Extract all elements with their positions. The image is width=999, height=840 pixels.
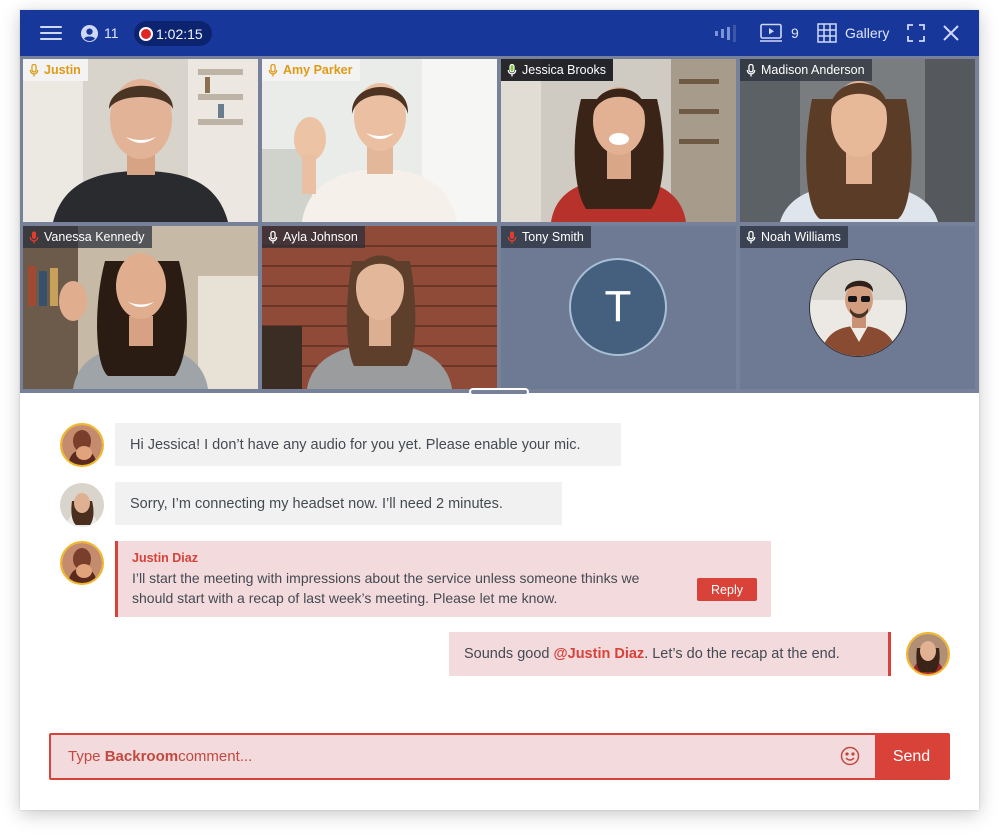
participants-button[interactable]: 11 (80, 10, 119, 56)
top-bar: 11 1:02:15 9 Gallery (20, 10, 979, 56)
signal-strength-icon (715, 10, 739, 56)
hamburger-menu-icon[interactable] (40, 10, 64, 56)
reply-button[interactable]: Reply (697, 578, 757, 601)
stream-count: 9 (791, 25, 799, 41)
video-tile[interactable]: Ayla Johnson (262, 226, 497, 389)
microphone-icon (268, 230, 278, 244)
view-label: Gallery (845, 25, 890, 41)
video-tile[interactable]: Justin (23, 59, 258, 222)
microphone-muted-icon (29, 230, 39, 244)
video-tile[interactable]: T Tony Smith (501, 226, 736, 389)
participant-name-tag: Amy Parker (262, 59, 360, 81)
send-button[interactable]: Send (875, 735, 948, 778)
record-dot-icon (139, 26, 153, 41)
participant-name-tag: Madison Anderson (740, 59, 872, 81)
record-time: 1:02:15 (156, 25, 203, 42)
screen-play-icon (760, 23, 782, 42)
microphone-speaking-icon (507, 63, 517, 77)
participant-name-tag: Ayla Johnson (262, 226, 365, 248)
streams-button[interactable]: 9 (759, 10, 799, 56)
participant-video (501, 59, 736, 222)
participant-name-tag: Jessica Brooks (501, 59, 614, 81)
message-text: I’ll start the meeting with impressions … (132, 570, 640, 606)
participant-video (262, 226, 497, 389)
avatar (906, 632, 950, 676)
participant-video (23, 226, 258, 389)
chat-message: Hi Jessica! I don’t have any audio for y… (115, 423, 621, 466)
chat-message-highlighted: Justin Diaz I’ll start the meeting with … (115, 541, 771, 617)
emoji-icon[interactable] (840, 746, 860, 771)
microphone-icon (746, 230, 756, 244)
microphone-icon (746, 63, 756, 77)
avatar (60, 423, 104, 467)
meeting-window: 11 1:02:15 9 Gallery Justin Amy Parker J… (20, 10, 979, 810)
video-tile[interactable]: Vanessa Kennedy (23, 226, 258, 389)
resize-handle[interactable] (469, 388, 529, 396)
grid-icon (817, 23, 837, 43)
participant-video (23, 59, 258, 222)
microphone-icon (268, 63, 278, 77)
chat-message: Sorry, I’m connecting my headset now. I’… (115, 482, 562, 525)
user-mention[interactable]: @Justin Diaz (554, 646, 645, 662)
close-icon[interactable] (942, 10, 960, 56)
chat-message-own: Sounds good @Justin Diaz. Let’s do the r… (449, 632, 891, 676)
microphone-muted-icon (507, 230, 517, 244)
video-grid: Justin Amy Parker Jessica Brooks Madison… (20, 56, 979, 393)
participant-photo-avatar (809, 259, 907, 357)
participant-name-tag: Vanessa Kennedy (23, 226, 152, 248)
participant-video (262, 59, 497, 222)
message-author: Justin Diaz (132, 551, 198, 565)
participant-video (740, 59, 975, 222)
comment-composer[interactable]: Type Backroom comment... Send (49, 733, 950, 780)
fullscreen-icon[interactable] (907, 10, 925, 56)
recording-timer: 1:02:15 (134, 21, 212, 46)
participant-name-tag: Noah Williams (740, 226, 848, 248)
video-tile[interactable]: Madison Anderson (740, 59, 975, 222)
participant-name-tag: Justin (23, 59, 88, 81)
participant-initial-avatar: T (569, 258, 667, 356)
gallery-view-button[interactable]: Gallery (817, 10, 889, 56)
video-tile[interactable]: Noah Williams (740, 226, 975, 389)
participant-name-tag: Tony Smith (501, 226, 591, 248)
video-tile[interactable]: Amy Parker (262, 59, 497, 222)
user-icon (80, 24, 99, 42)
video-tile-active-speaker[interactable]: Jessica Brooks (501, 59, 736, 222)
participant-count: 11 (104, 25, 119, 41)
avatar (60, 483, 104, 527)
avatar (60, 541, 104, 585)
microphone-icon (29, 63, 39, 77)
comment-input[interactable]: Type Backroom comment... (68, 735, 252, 778)
